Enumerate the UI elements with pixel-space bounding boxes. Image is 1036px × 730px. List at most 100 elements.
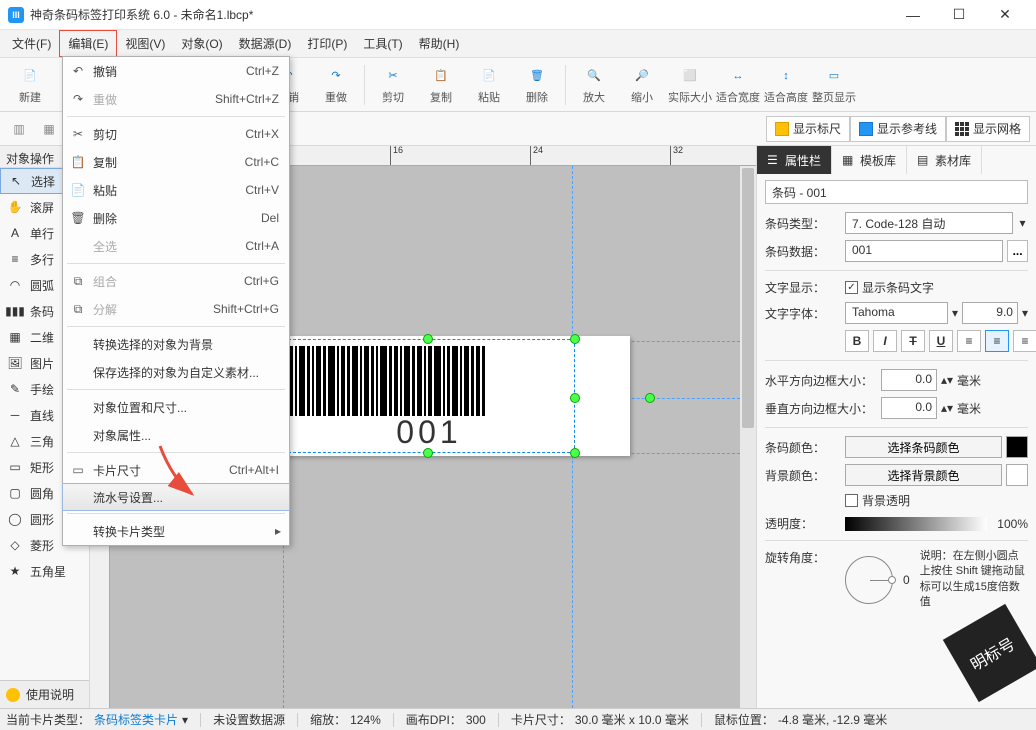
spinner-icon[interactable]: ▴▾ (941, 373, 953, 387)
tb-copy[interactable]: 📋复制 (417, 61, 465, 109)
status-cardtype-label: 当前卡片类型： (6, 711, 90, 728)
help-link[interactable]: 使用说明 (0, 680, 89, 708)
mi-saveasset[interactable]: 保存选择的对象为自定义素材... (63, 358, 289, 386)
input-vmargin[interactable]: 0.0 (881, 397, 937, 419)
toggle-ruler[interactable]: 显示标尺 (766, 116, 850, 142)
vertical-scrollbar[interactable] (740, 166, 756, 708)
mi-serial[interactable]: 流水号设置... (62, 483, 290, 511)
assets-icon: ▤ (917, 153, 931, 167)
menu-datasource[interactable]: 数据源(D) (231, 31, 300, 56)
mi-cardsize[interactable]: ▭卡片尺寸Ctrl+Alt+I (63, 456, 289, 484)
tb-fith[interactable]: ↕适合高度 (762, 61, 810, 109)
zoom-in-icon: 🔍 (583, 65, 605, 87)
star-icon: ★ (6, 562, 24, 580)
slider-opacity[interactable] (845, 517, 987, 531)
tool-star[interactable]: ★五角星 (0, 558, 89, 584)
align-center-button[interactable]: ▦ (36, 116, 62, 142)
zoom-out-icon: 🔎 (631, 65, 653, 87)
handle-s[interactable] (423, 448, 433, 458)
btn-strike[interactable]: T (901, 330, 925, 352)
tb-new[interactable]: 📄新建 (6, 61, 54, 109)
tb-zoomout[interactable]: 🔎缩小 (618, 61, 666, 109)
scrollbar-thumb[interactable] (742, 168, 754, 428)
label-opacity: 透明度： (765, 515, 839, 532)
mi-cut[interactable]: ✂剪切Ctrl+X (63, 120, 289, 148)
toggle-grid[interactable]: 显示网格 (946, 116, 1030, 142)
mi-delete[interactable]: 🗑删除Del (63, 204, 289, 232)
mi-objprops[interactable]: 对象属性... (63, 421, 289, 449)
handle-rotate[interactable] (645, 393, 655, 403)
swatch-bgcolor[interactable] (1006, 464, 1028, 486)
mi-group[interactable]: ⧉组合Ctrl+G (63, 267, 289, 295)
copy-icon: 📋 (430, 65, 452, 87)
handle-ne[interactable] (570, 334, 580, 344)
menu-tools[interactable]: 工具(T) (355, 31, 410, 56)
minimize-button[interactable]: — (890, 0, 936, 30)
menu-edit[interactable]: 编辑(E) (59, 30, 117, 57)
checkbox-showtext[interactable]: ✓ (845, 281, 858, 294)
tb-redo[interactable]: ↷重做 (312, 61, 360, 109)
mi-undo[interactable]: ↶撤销Ctrl+Z (63, 57, 289, 85)
object-name-field[interactable]: 条码 - 001 (765, 180, 1028, 204)
input-bcdata[interactable]: 001 (845, 240, 1003, 262)
btn-underline[interactable]: U (929, 330, 953, 352)
mi-setbg[interactable]: 转换选择的对象为背景 (63, 330, 289, 358)
select-font[interactable]: Tahoma (845, 302, 948, 324)
mi-possize[interactable]: 对象位置和尺寸... (63, 393, 289, 421)
menu-view[interactable]: 视图(V) (117, 31, 173, 56)
swatch-bccolor[interactable] (1006, 436, 1028, 458)
mi-paste[interactable]: 📄粘贴Ctrl+V (63, 176, 289, 204)
tb-delete[interactable]: 🗑删除 (513, 61, 561, 109)
close-button[interactable]: ✕ (982, 0, 1028, 30)
input-hmargin[interactable]: 0.0 (881, 369, 937, 391)
btn-bccolor[interactable]: 选择条码颜色 (845, 436, 1002, 458)
tb-fitpage[interactable]: ▭整页显示 (810, 61, 858, 109)
redo-icon: ↷ (325, 65, 347, 87)
select-bctype[interactable]: 7. Code-128 自动 (845, 212, 1013, 234)
tab-properties[interactable]: ☰属性栏 (757, 146, 832, 174)
tb-cut[interactable]: ✂剪切 (369, 61, 417, 109)
input-fontsize[interactable]: 9.0 (962, 302, 1018, 324)
mi-copy[interactable]: 📋复制Ctrl+C (63, 148, 289, 176)
tb-actual[interactable]: ⬜实际大小 (666, 61, 714, 109)
fit-height-icon: ↕ (775, 65, 797, 87)
spinner-icon[interactable]: ▴▾ (941, 401, 953, 415)
status-cardtype-value[interactable]: 条码标签类卡片 (94, 711, 178, 728)
menu-help[interactable]: 帮助(H) (411, 31, 468, 56)
mi-convert[interactable]: 转换卡片类型 (63, 517, 289, 545)
tab-assets[interactable]: ▤素材库 (907, 146, 982, 174)
dropdown-icon[interactable]: ▾ (1017, 216, 1028, 230)
toggle-guides[interactable]: 显示参考线 (850, 116, 946, 142)
ruler-icon (775, 122, 789, 136)
btn-bgcolor[interactable]: 选择背景颜色 (845, 464, 1002, 486)
checkbox-bgtrans[interactable] (845, 494, 858, 507)
bcdata-more-button[interactable]: ... (1007, 240, 1028, 262)
btn-bold[interactable]: B (845, 330, 869, 352)
handle-se[interactable] (570, 448, 580, 458)
handle-e[interactable] (570, 393, 580, 403)
btn-align-center[interactable]: ≡ (985, 330, 1009, 352)
menu-print[interactable]: 打印(P) (299, 31, 355, 56)
handle-n[interactable] (423, 334, 433, 344)
mi-ungroup[interactable]: ⧉分解Shift+Ctrl+G (63, 295, 289, 323)
tab-templates[interactable]: ▦模板库 (832, 146, 907, 174)
selection-outline (283, 339, 575, 453)
right-tabs: ☰属性栏 ▦模板库 ▤素材库 (757, 146, 1036, 174)
dropdown-icon[interactable]: ▾ (1022, 306, 1028, 320)
mi-selall[interactable]: 全选Ctrl+A (63, 232, 289, 260)
dropdown-icon[interactable]: ▾ (952, 306, 958, 320)
btn-align-left[interactable]: ≡ (957, 330, 981, 352)
menu-file[interactable]: 文件(F) (4, 31, 59, 56)
rotate-dial[interactable] (845, 556, 893, 604)
menu-object[interactable]: 对象(O) (173, 31, 230, 56)
maximize-button[interactable]: ☐ (936, 0, 982, 30)
dropdown-icon[interactable]: ▾ (182, 713, 188, 727)
align-left-button[interactable]: ▥ (6, 116, 32, 142)
tb-zoomin[interactable]: 🔍放大 (570, 61, 618, 109)
mi-redo[interactable]: ↷重做Shift+Ctrl+Z (63, 85, 289, 113)
btn-italic[interactable]: I (873, 330, 897, 352)
tb-fitw[interactable]: ↔适合宽度 (714, 61, 762, 109)
fit-page-icon: ▭ (823, 65, 845, 87)
btn-align-right[interactable]: ≡ (1013, 330, 1036, 352)
tb-paste[interactable]: 📄粘贴 (465, 61, 513, 109)
